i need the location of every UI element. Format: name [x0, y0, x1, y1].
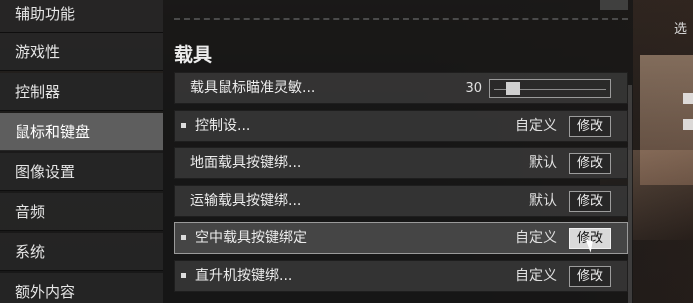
setting-label: 空中载具按键绑定 [195, 230, 307, 246]
setting-label: 直升机按键绑... [195, 268, 293, 284]
edit-button[interactable]: 修改 [569, 153, 611, 174]
nav-item-extra-content[interactable]: 额外内容 [0, 273, 163, 303]
sensitivity-slider[interactable] [489, 79, 611, 98]
edit-button[interactable]: 修改 [569, 116, 611, 137]
slider-value: 30 [465, 81, 482, 96]
panel-scrollbar[interactable] [628, 85, 632, 303]
nav-item-accessibility[interactable]: 辅助功能 [0, 0, 163, 33]
setting-row-ground-vehicle-bindings[interactable]: 地面载具按键绑... 默认 修改 [174, 147, 628, 179]
edit-button[interactable]: 修改 [569, 266, 611, 287]
nav-item-graphics[interactable]: 图像设置 [0, 153, 163, 191]
nav-item-audio[interactable]: 音频 [0, 193, 163, 231]
setting-row-air-vehicle-bindings[interactable]: 空中载具按键绑定 自定义 修改 [174, 222, 628, 254]
setting-value: 自定义 [515, 118, 557, 134]
right-panel-hint: 选 [674, 22, 688, 37]
right-panel-element [683, 119, 693, 130]
setting-value: 自定义 [515, 268, 557, 284]
section-title: 载具 [174, 44, 213, 66]
setting-row-transport-vehicle-bindings[interactable]: 运输载具按键绑... 默认 修改 [174, 185, 628, 217]
nav-item-mouse-keyboard[interactable]: 鼠标和键盘 [0, 113, 163, 151]
modified-marker-icon [181, 235, 186, 240]
edit-button[interactable]: 修改 [569, 191, 611, 212]
section-divider [174, 18, 628, 20]
nav-item-system[interactable]: 系统 [0, 233, 163, 271]
modified-marker-icon [181, 273, 186, 278]
nav-item-controller[interactable]: 控制器 [0, 73, 163, 111]
setting-row-vehicle-mouse-sensitivity[interactable]: 载具鼠标瞄准灵敏... 30 [174, 72, 628, 104]
setting-value: 默认 [529, 193, 557, 209]
setting-label: 运输载具按键绑... [190, 193, 302, 209]
setting-value: 自定义 [515, 230, 557, 246]
setting-label: 载具鼠标瞄准灵敏... [190, 80, 316, 96]
setting-value: 默认 [529, 155, 557, 171]
slider-thumb[interactable] [506, 82, 520, 95]
top-scrollbar[interactable] [600, 0, 628, 10]
setting-label: 地面载具按键绑... [190, 155, 302, 171]
setting-row-control-setup[interactable]: 控制设... 自定义 修改 [174, 110, 628, 142]
right-panel-element [683, 93, 693, 104]
nav-item-gameplay[interactable]: 游戏性 [0, 33, 163, 71]
setting-row-helicopter-bindings[interactable]: 直升机按键绑... 自定义 修改 [174, 260, 628, 292]
setting-label: 控制设... [195, 118, 251, 134]
settings-nav: 辅助功能 游戏性 控制器 鼠标和键盘 图像设置 音频 系统 额外内容 [0, 0, 163, 303]
modified-marker-icon [181, 123, 186, 128]
